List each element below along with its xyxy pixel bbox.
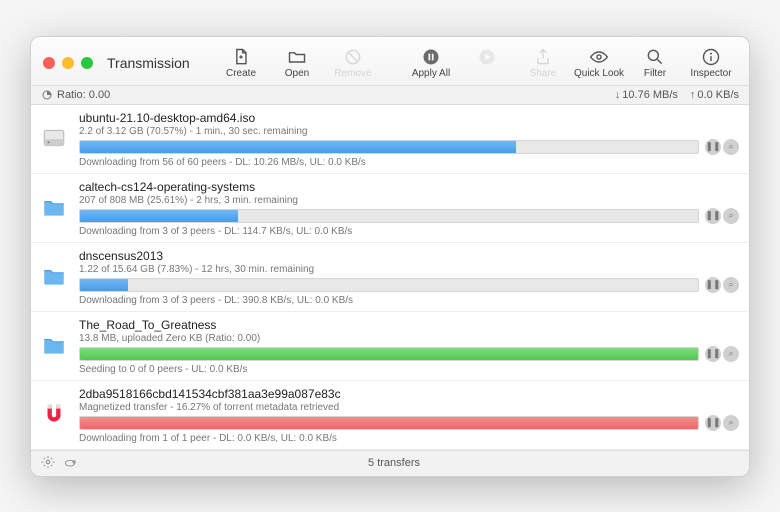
titlebar: Transmission Create Open Remove Apply Al… [31,37,749,86]
torrent-name: dnscensus2013 [79,249,739,263]
torrent-progress-text: Magnetized transfer - 16.27% of torrent … [79,402,739,413]
reveal-torrent-button[interactable]: ⌕ [723,346,739,362]
play-icon [477,47,497,67]
progress-bar [79,278,699,292]
reveal-torrent-button[interactable]: ⌕ [723,415,739,431]
pause-torrent-button[interactable]: ❚❚ [705,139,721,155]
transfer-count: 5 transfers [85,457,703,469]
progress-bar [79,347,699,361]
torrent-type-icon [41,387,69,432]
torrent-peer-text: Downloading from 56 of 60 peers - DL: 10… [79,157,739,168]
no-entry-icon [343,47,363,67]
progress-bar [79,209,699,223]
resume-button[interactable]: _ [461,45,513,81]
settings-button[interactable] [41,455,55,472]
torrent-row[interactable]: dnscensus20131.22 of 15.64 GB (7.83%) - … [31,243,749,312]
apply-all-button[interactable]: Apply All [405,45,457,81]
pause-torrent-button[interactable]: ❚❚ [705,346,721,362]
folder-icon [287,47,307,67]
torrent-row[interactable]: ubuntu-21.10-desktop-amd64.iso2.2 of 3.1… [31,105,749,174]
progress-bar [79,140,699,154]
quick-look-button[interactable]: Quick Look [573,45,625,81]
reveal-torrent-button[interactable]: ⌕ [723,208,739,224]
toolbar-label: Apply All [412,68,450,79]
toolbar-label: Inspector [690,68,731,79]
dl-speed: 10.76 MB/s [622,89,678,101]
zoom-button[interactable] [81,57,93,69]
torrent-peer-text: Downloading from 3 of 3 peers - DL: 390.… [79,295,739,306]
document-plus-icon [231,47,251,67]
footer: 5 transfers [31,450,749,476]
pause-torrent-button[interactable]: ❚❚ [705,208,721,224]
torrent-list: ubuntu-21.10-desktop-amd64.iso2.2 of 3.1… [31,105,749,450]
minimize-button[interactable] [62,57,74,69]
remove-button[interactable]: Remove [327,45,379,81]
download-arrow-icon: ↓ [615,89,621,101]
pause-icon [421,47,441,67]
progress-bar [79,416,699,430]
status-bar: Ratio: 0.00 ↓ 10.76 MB/s ↑ 0.0 KB/s [31,86,749,105]
torrent-peer-text: Downloading from 1 of 1 peer - DL: 0.0 K… [79,433,739,444]
pause-torrent-button[interactable]: ❚❚ [705,415,721,431]
torrent-progress-text: 2.2 of 3.12 GB (70.57%) - 1 min., 30 sec… [79,126,739,137]
traffic-lights [43,57,93,69]
torrent-name: caltech-cs124-operating-systems [79,180,739,194]
torrent-progress-text: 13.8 MB, uploaded Zero KB (Ratio: 0.00) [79,333,739,344]
torrent-row[interactable]: caltech-cs124-operating-systems207 of 80… [31,174,749,243]
app-title: Transmission [107,55,190,71]
torrent-row[interactable]: The_Road_To_Greatness13.8 MB, uploaded Z… [31,312,749,381]
torrent-peer-text: Downloading from 3 of 3 peers - DL: 114.… [79,226,739,237]
torrent-type-icon [41,318,69,363]
ul-speed: 0.0 KB/s [697,89,739,101]
info-icon [701,47,721,67]
toolbar-label: Remove [334,68,371,79]
app-window: Transmission Create Open Remove Apply Al… [30,36,750,477]
create-button[interactable]: Create [215,45,267,81]
eye-icon [589,47,609,67]
inspector-button[interactable]: Inspector [685,45,737,81]
upload-arrow-icon: ↑ [690,89,696,101]
toolbar: Create Open Remove Apply All _ Share [215,45,737,81]
torrent-peer-text: Seeding to 0 of 0 peers - UL: 0.0 KB/s [79,364,739,375]
close-button[interactable] [43,57,55,69]
toolbar-label: Open [285,68,309,79]
search-icon [645,47,665,67]
toolbar-label: Share [530,68,557,79]
torrent-row[interactable]: 2dba9518166cbd141534cbf381aa3e99a087e83c… [31,381,749,450]
toolbar-label: Create [226,68,256,79]
share-button[interactable]: Share [517,45,569,81]
ratio-label: Ratio: 0.00 [57,89,110,101]
torrent-name: ubuntu-21.10-desktop-amd64.iso [79,111,739,125]
torrent-progress-text: 207 of 808 MB (25.61%) - 2 hrs, 3 min. r… [79,195,739,206]
reveal-torrent-button[interactable]: ⌕ [723,139,739,155]
torrent-type-icon [41,249,69,294]
torrent-name: The_Road_To_Greatness [79,318,739,332]
open-button[interactable]: Open [271,45,323,81]
share-icon [533,47,553,67]
pause-torrent-button[interactable]: ❚❚ [705,277,721,293]
speed-limit-button[interactable] [63,455,77,472]
torrent-type-icon [41,111,69,156]
toolbar-label: Quick Look [574,68,624,79]
reveal-torrent-button[interactable]: ⌕ [723,277,739,293]
filter-button[interactable]: Filter [629,45,681,81]
torrent-progress-text: 1.22 of 15.64 GB (7.83%) - 12 hrs, 30 mi… [79,264,739,275]
torrent-type-icon [41,180,69,225]
ratio-icon [41,89,53,101]
toolbar-label: Filter [644,68,666,79]
torrent-name: 2dba9518166cbd141534cbf381aa3e99a087e83c [79,387,739,401]
